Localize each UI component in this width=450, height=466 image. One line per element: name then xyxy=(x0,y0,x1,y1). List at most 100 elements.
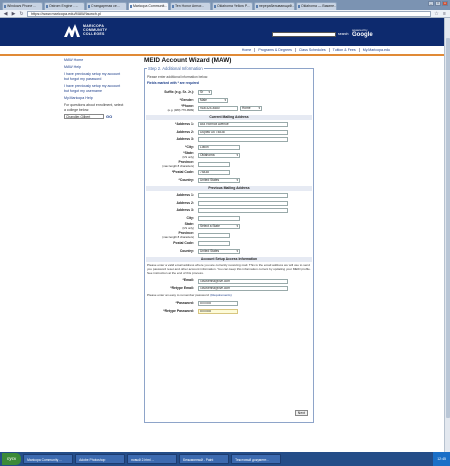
sidebar-link-mymaricopa-help[interactable]: My.Maricopa Help xyxy=(64,96,124,101)
start-button[interactable]: пуск xyxy=(2,453,22,465)
browser-tab[interactable]: Oklahoma Yellow P... xyxy=(212,2,253,10)
forward-icon[interactable]: ▶ xyxy=(11,11,16,17)
taskbar-item[interactable]: Maricopa Community ... xyxy=(23,454,74,464)
maricopa-logo[interactable]: MARICOPA COMMUNITY COLLEGES xyxy=(64,23,127,37)
province-label: Province: (max length 8 characters) xyxy=(147,161,198,168)
retype-email-label: *Retype Email: xyxy=(170,285,194,290)
state-select[interactable]: Oklahoma xyxy=(198,153,240,158)
current-address-header: Current Mailing Address xyxy=(146,115,312,120)
prev-country-select[interactable]: United States xyxy=(198,248,240,254)
sidebar-link-forgot-username[interactable]: I have previously setup my account but f… xyxy=(64,84,124,94)
retype-email-field[interactable]: i.lisoverina@live.com xyxy=(198,286,288,292)
minimize-button[interactable]: _ xyxy=(428,1,434,6)
address1-row: *Address 1: 844 Ronnox Avenue xyxy=(147,121,311,129)
prev-state-hint: (US only) xyxy=(182,225,194,230)
address1-field[interactable]: 844 Ronnox Avenue xyxy=(198,122,288,128)
prev-postal-field[interactable] xyxy=(198,241,230,247)
password-row: *Password: •••••••••• xyxy=(147,300,311,308)
province-hint: (max length 8 characters) xyxy=(162,163,194,168)
phone-row: *Phone: (e.g. (480) 776-9999) 918/324-848… xyxy=(147,104,311,113)
prev-address3-label: Address 3: xyxy=(176,208,194,213)
browser-tab[interactable]: Стандартная се... xyxy=(86,2,127,10)
search-input[interactable] xyxy=(272,32,336,37)
search-button[interactable]: search xyxy=(338,32,349,36)
sidebar-link-help[interactable]: MAW Help xyxy=(64,65,124,70)
google-badge: powered by Google xyxy=(352,28,373,38)
province-row: Province: (max length 8 characters) xyxy=(147,160,311,169)
prev-state-select[interactable]: Select a State xyxy=(198,224,240,229)
retype-password-label: *Retype Password: xyxy=(163,308,194,313)
instructions: Please enter additional information belo… xyxy=(147,75,209,79)
address3-label: Address 3: xyxy=(176,137,194,142)
password-field[interactable]: •••••••••• xyxy=(198,301,238,307)
tab-bar: Windows Phone ... Ostrom Engine - ... Ст… xyxy=(0,0,450,10)
suffix-label: Suffix (e.g. Sr. Jr.): xyxy=(164,90,194,95)
city-field[interactable]: Lotion xyxy=(198,144,240,150)
scrollbar-thumb[interactable] xyxy=(446,38,450,418)
close-button[interactable]: x xyxy=(442,1,448,6)
prev-address2-field[interactable] xyxy=(198,200,288,206)
requirements-link[interactable]: (Requirements) xyxy=(210,293,231,297)
gender-select[interactable]: Male xyxy=(198,97,228,103)
logo-text: MARICOPA COMMUNITY COLLEGES xyxy=(83,24,108,36)
phone-label: *Phone: (e.g. (480) 776-9999) xyxy=(147,105,198,112)
browser-tab-active[interactable]: Maricopa Communit... xyxy=(128,2,169,10)
taskbar-item[interactable]: Текстовый документ... xyxy=(231,454,282,464)
navigation-bar: ◀ ▶ ↻ https://www.maricopa.edu/MAW/launc… xyxy=(0,10,450,18)
page-scrollbar[interactable] xyxy=(444,18,450,452)
taskbar-item[interactable]: новый 2.html ... xyxy=(127,454,178,464)
phone-field[interactable]: 918/324-8480 xyxy=(198,106,238,111)
college-select[interactable]: Chandler-Gilbert xyxy=(64,114,104,119)
email-field[interactable]: i.lisoverina@live.com xyxy=(198,278,288,284)
address1-label: *Address 1: xyxy=(175,122,194,127)
prev-province-hint: (max length 8 characters) xyxy=(162,234,194,239)
retype-email-row: *Retype Email: i.lisoverina@live.com xyxy=(147,285,311,293)
nav-tuition[interactable]: Tuition & Fees xyxy=(328,48,359,52)
required-note: Fields marked with * are required xyxy=(147,81,199,85)
web-page: MARICOPA COMMUNITY COLLEGES search power… xyxy=(0,18,450,452)
state-hint: (US only) xyxy=(182,154,194,159)
reload-icon[interactable]: ↻ xyxy=(19,11,24,17)
suffix-select[interactable]: Sr xyxy=(198,90,212,96)
next-button[interactable]: Next xyxy=(294,410,308,416)
browser-tab[interactable]: перерабатывающий... xyxy=(254,2,295,10)
prev-province-field[interactable] xyxy=(198,233,230,238)
browser-tab[interactable]: Ostrom Engine - ... xyxy=(44,2,85,10)
back-icon[interactable]: ◀ xyxy=(3,11,8,17)
country-label: *Country: xyxy=(178,177,194,182)
nav-mymaricopa[interactable]: My.Maricopa.edu xyxy=(358,48,393,52)
phone-type-select[interactable]: Home xyxy=(240,106,262,111)
prev-address1-field[interactable] xyxy=(198,193,288,199)
prev-postal-row: Postal Code: xyxy=(147,240,311,248)
sidebar-link-home[interactable]: MAW Home xyxy=(64,58,124,63)
taskbar-item[interactable]: Adobe Photoshop xyxy=(75,454,126,464)
browser-tab[interactable]: Windows Phone ... xyxy=(2,2,43,10)
address2-field[interactable]: Dupaw Ok 74838 xyxy=(198,129,288,135)
nav-programs[interactable]: Programs & Degrees xyxy=(254,48,295,52)
address-bar[interactable]: https://www.maricopa.edu/MAW/launch.pl xyxy=(27,10,431,17)
taskbar-item[interactable]: Безымянный - Paint xyxy=(179,454,230,464)
retype-password-field[interactable]: •••••••••• xyxy=(198,308,238,314)
prev-city-label: City: xyxy=(186,215,194,220)
nav-home[interactable]: Home xyxy=(239,48,255,52)
go-button[interactable]: GO xyxy=(106,114,112,119)
maximize-button[interactable]: □ xyxy=(435,1,441,6)
nav-schedules[interactable]: Class Schedules xyxy=(294,48,329,52)
system-clock[interactable]: 12:45 xyxy=(433,452,450,466)
password-instructions: Please enter an easy to remember passwor… xyxy=(147,293,311,298)
prev-address3-field[interactable] xyxy=(198,208,288,214)
prev-postal-label: Postal Code: xyxy=(173,241,194,246)
country-select[interactable]: United States xyxy=(198,177,240,183)
postal-field[interactable]: 74838 xyxy=(198,170,230,176)
city-label: *City: xyxy=(185,144,194,149)
sidebar-link-forgot-password[interactable]: I have previously setup my account but f… xyxy=(64,72,124,82)
province-field[interactable] xyxy=(198,162,230,167)
browser-tab[interactable]: Ten Honor Armor... xyxy=(170,2,211,10)
browser-tab[interactable]: Oklahoma — Википе... xyxy=(296,2,337,10)
star-icon[interactable]: ☆ xyxy=(434,11,439,17)
phone-hint: (e.g. (480) 776-9999) xyxy=(167,107,194,112)
prev-address2-label: Address 2: xyxy=(176,200,194,205)
address3-field[interactable] xyxy=(198,137,288,143)
prev-city-field[interactable] xyxy=(198,215,240,221)
menu-icon[interactable]: ≡ xyxy=(442,11,447,17)
